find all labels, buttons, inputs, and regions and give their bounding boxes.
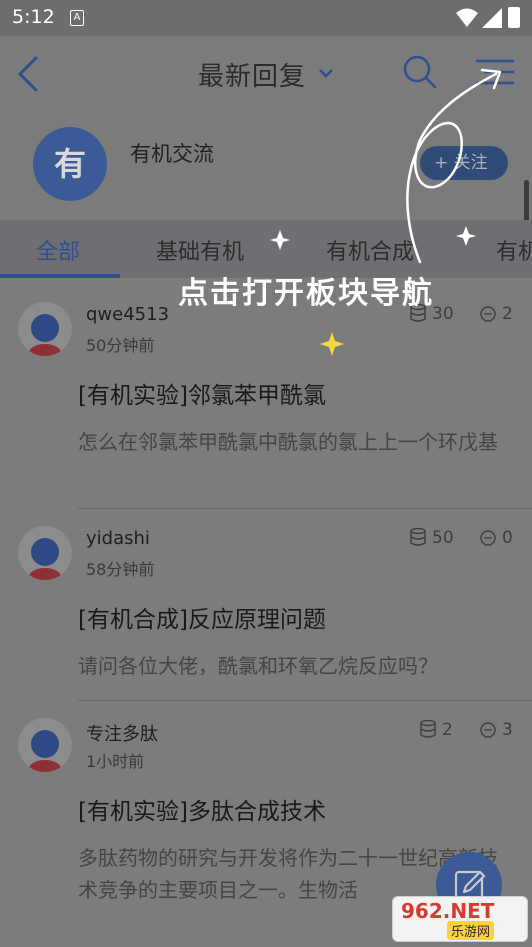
tutorial-hint-text: 点击打开板块导航 [178,276,434,311]
coin-stack-icon [420,719,436,738]
coin-count-value: 2 [442,720,453,740]
coin-count: 2 [420,719,453,740]
forum-avatar: 有 [33,127,107,201]
divider [78,508,532,509]
post-title[interactable]: [有机实验]多肽合成技术 [78,792,326,826]
status-time: 5:12 [12,6,55,28]
page-title[interactable]: 最新回复 [198,56,306,93]
coin-stack-icon [410,527,426,546]
post-excerpt[interactable]: 请问各位大佬，酰氯和环氧乙烷反应吗？ [78,650,516,682]
watermark-subtext: 乐游网 [447,921,495,940]
coin-count-value: 30 [432,304,454,324]
avatar[interactable] [18,302,72,356]
watermark-logo-text: 962.NET [401,899,495,923]
scrollbar[interactable] [524,180,529,224]
back-arrow-icon[interactable] [16,56,40,92]
notification-a-icon: A [70,10,84,26]
post-username[interactable]: 专注多肽 [86,720,158,746]
post-time: 1小时前 [86,752,145,771]
tab-organic-synthesis[interactable]: 有机合成 [326,234,414,266]
post-excerpt[interactable]: 怎么在邻氯苯甲酰氯中酰氯的氯上上一个环戊基 [78,426,516,458]
post-title[interactable]: [有机合成]反应原理问题 [78,600,326,634]
post-username[interactable]: qwe4513 [86,304,169,325]
chevron-down-icon[interactable] [318,68,334,78]
avatar[interactable] [18,526,72,580]
top-nav-bar: 最新回复 [0,36,532,110]
coin-count-value: 50 [432,528,454,548]
site-watermark: 962.NET 乐游网 [392,896,528,942]
comment-count-value: 0 [502,528,513,548]
comment-icon [480,306,496,322]
tab-all[interactable]: 全部 [36,234,80,266]
coin-count: 50 [410,527,454,548]
battery-icon [508,7,520,28]
post-time: 58分钟前 [86,560,155,579]
comment-icon [480,530,496,546]
forum-header: 有 有机交流 + 关注 [0,110,532,224]
comment-count: 0 [480,528,513,548]
status-bar: 5:12 A [0,0,532,36]
tab-basic-organic[interactable]: 基础有机 [156,234,244,266]
post-title[interactable]: [有机实验]邻氯苯甲酰氯 [78,376,326,410]
post-time: 50分钟前 [86,336,155,355]
divider [78,700,532,701]
post-username[interactable]: yidashi [86,528,150,549]
avatar[interactable] [18,718,72,772]
comment-icon [480,722,496,738]
comment-count-value: 2 [502,304,513,324]
wifi-icon [456,8,478,27]
search-icon[interactable] [402,54,438,90]
forum-nav-menu-icon[interactable] [474,58,516,86]
tab-organic-more[interactable]: 有机 [496,234,532,266]
post-list[interactable]: qwe4513 50分钟前 30 2 [有机实验]邻氯苯甲酰氯 怎么在邻氯苯甲酰… [0,278,532,947]
comment-count: 3 [480,720,513,740]
forum-name: 有机交流 [130,142,214,166]
follow-button[interactable]: + 关注 [420,146,508,180]
signal-icon [482,8,502,28]
comment-count-value: 3 [502,720,513,740]
comment-count: 2 [480,304,513,324]
